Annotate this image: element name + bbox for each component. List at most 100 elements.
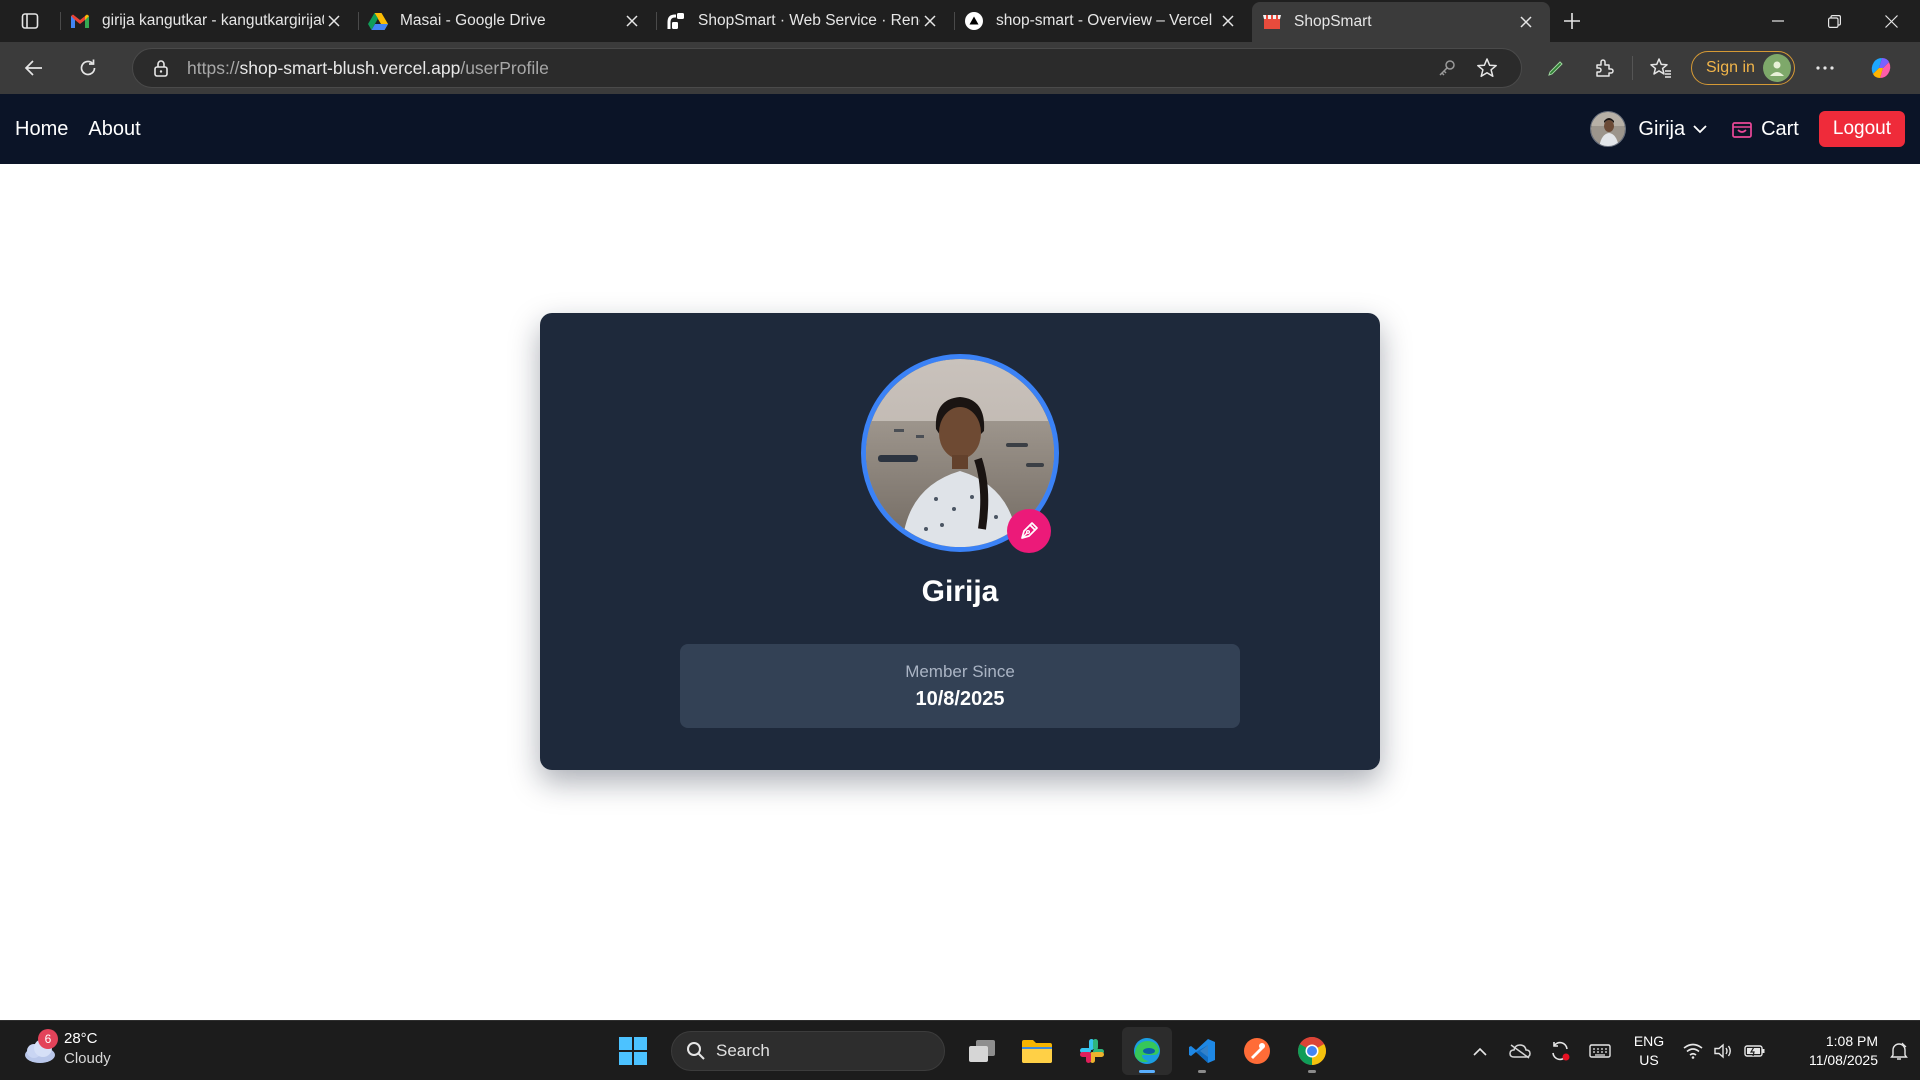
file-explorer-button[interactable] — [1012, 1027, 1062, 1075]
sync-icon[interactable] — [1540, 1021, 1580, 1080]
tab-actions-icon — [21, 13, 39, 29]
wifi-icon[interactable] — [1678, 1021, 1708, 1080]
weather-condition: Cloudy — [64, 1050, 111, 1067]
url-host: shop-smart-blush.vercel.app — [239, 57, 461, 78]
tab-title: ShopSmart · Web Service · Render — [698, 12, 920, 29]
chevron-up-icon — [1473, 1047, 1487, 1056]
address-bar[interactable]: https://shop-smart-blush.vercel.app/user… — [132, 48, 1522, 88]
refresh-button[interactable] — [62, 42, 114, 94]
start-button[interactable] — [608, 1027, 658, 1075]
browser-tab[interactable]: Masai - Google Drive — [358, 0, 656, 42]
edge-icon — [1134, 1038, 1160, 1064]
browser-tab-active[interactable]: ShopSmart — [1252, 2, 1550, 42]
member-since-label: Member Since — [905, 662, 1015, 681]
taskbar-apps: Search — [608, 1027, 1342, 1075]
navbar-right-group: Girija Cart Logout — [1590, 111, 1905, 147]
pen-nib-icon — [1021, 522, 1038, 539]
show-hidden-icons-button[interactable] — [1460, 1021, 1500, 1080]
weather-widget[interactable]: 6 28°C Cloudy — [20, 1029, 111, 1069]
member-since-date: 10/8/2025 — [915, 688, 1005, 710]
tab-title: girija kangutkar - kangutkargirija0 — [102, 12, 324, 29]
close-icon[interactable] — [1516, 12, 1536, 32]
close-icon — [1885, 14, 1898, 28]
running-indicator — [1308, 1070, 1316, 1073]
close-icon[interactable] — [920, 11, 940, 31]
task-view-icon — [969, 1040, 995, 1062]
toolbar-separator — [1632, 56, 1633, 80]
url-text: https://shop-smart-blush.vercel.app/user… — [187, 58, 1427, 79]
tab-title: shop-smart - Overview – Vercel — [996, 12, 1213, 29]
clock[interactable]: 1:08 PM 11/08/2025 — [1782, 1032, 1878, 1070]
member-since-box: Member Since 10/8/2025 — [680, 644, 1240, 728]
postman-icon — [1244, 1038, 1270, 1064]
language-code: ENG — [1633, 1033, 1665, 1049]
keyboard-icon[interactable] — [1580, 1021, 1620, 1080]
favorites-icon[interactable] — [1637, 42, 1685, 94]
user-name: Girija — [1638, 117, 1686, 140]
minimize-icon — [1771, 20, 1784, 22]
nav-about-link[interactable]: About — [88, 118, 140, 141]
url-path: /userProfile — [460, 57, 549, 78]
postman-button[interactable] — [1232, 1027, 1282, 1075]
task-view-button[interactable] — [957, 1027, 1007, 1075]
weather-badge: 6 — [38, 1029, 58, 1049]
browser-tab[interactable]: ShopSmart · Web Service · Render — [656, 0, 954, 42]
pen-extension-icon[interactable] — [1532, 42, 1580, 94]
back-button[interactable] — [8, 42, 60, 94]
cloudy-weather-icon: 6 — [20, 1029, 60, 1069]
close-icon[interactable] — [324, 11, 344, 31]
close-icon[interactable] — [1218, 11, 1238, 31]
search-label: Search — [716, 1041, 770, 1060]
language-indicator[interactable]: ENG US — [1620, 1032, 1678, 1070]
cart-label: Cart — [1761, 117, 1799, 140]
sign-in-button[interactable]: Sign in — [1691, 51, 1795, 85]
close-icon[interactable] — [622, 11, 642, 31]
edge-button[interactable] — [1122, 1027, 1172, 1075]
tab-actions-button[interactable] — [0, 0, 60, 42]
onedrive-icon[interactable] — [1500, 1021, 1540, 1080]
windows-taskbar: 6 28°C Cloudy Search ENG US 1:08 PM 11/0… — [0, 1020, 1920, 1080]
cart-link[interactable]: Cart — [1731, 118, 1799, 141]
browser-tab[interactable]: girija kangutkar - kangutkargirija0 — [60, 0, 358, 42]
edit-avatar-button[interactable] — [1007, 509, 1051, 553]
back-arrow-icon — [24, 60, 42, 76]
refresh-icon — [80, 59, 96, 76]
window-controls — [1749, 0, 1920, 42]
slack-button[interactable] — [1067, 1027, 1117, 1075]
avatar — [1590, 111, 1627, 147]
more-options-icon[interactable] — [1801, 42, 1849, 94]
minimize-button[interactable] — [1749, 0, 1806, 42]
nav-home-link[interactable]: Home — [15, 118, 68, 141]
chevron-down-icon — [1693, 124, 1707, 134]
bell-icon — [1890, 1042, 1908, 1060]
new-tab-button[interactable] — [1550, 0, 1594, 42]
vscode-button[interactable] — [1177, 1027, 1227, 1075]
password-key-icon[interactable] — [1427, 50, 1467, 86]
volume-icon[interactable] — [1708, 1021, 1738, 1080]
keyboard-layout: US — [1639, 1052, 1659, 1068]
battery-icon[interactable] — [1738, 1021, 1772, 1080]
sign-in-label: Sign in — [1706, 59, 1755, 76]
taskbar-search[interactable]: Search — [671, 1031, 945, 1071]
vercel-icon — [964, 11, 984, 31]
search-icon — [686, 1041, 706, 1061]
tab-title: Masai - Google Drive — [400, 12, 546, 29]
clock-time: 1:08 PM — [1825, 1033, 1878, 1049]
chrome-button[interactable] — [1287, 1027, 1337, 1075]
folder-icon — [1022, 1040, 1052, 1063]
user-menu-dropdown[interactable]: Girija — [1590, 111, 1707, 147]
vscode-icon — [1189, 1039, 1215, 1063]
browser-tab-strip: girija kangutkar - kangutkargirija0 Masa… — [0, 0, 1920, 42]
browser-tab[interactable]: shop-smart - Overview – Vercel — [954, 0, 1252, 42]
logout-button[interactable]: Logout — [1818, 111, 1905, 147]
restore-button[interactable] — [1806, 0, 1863, 42]
shopping-bag-icon — [1731, 119, 1753, 139]
extensions-icon[interactable] — [1580, 42, 1628, 94]
notifications-button[interactable] — [1878, 1021, 1920, 1080]
close-window-button[interactable] — [1863, 0, 1920, 42]
google-drive-icon — [368, 11, 388, 31]
lock-icon[interactable] — [153, 58, 173, 78]
copilot-icon[interactable] — [1857, 42, 1905, 94]
restore-icon — [1828, 14, 1841, 28]
favorite-star-icon[interactable] — [1467, 50, 1507, 86]
